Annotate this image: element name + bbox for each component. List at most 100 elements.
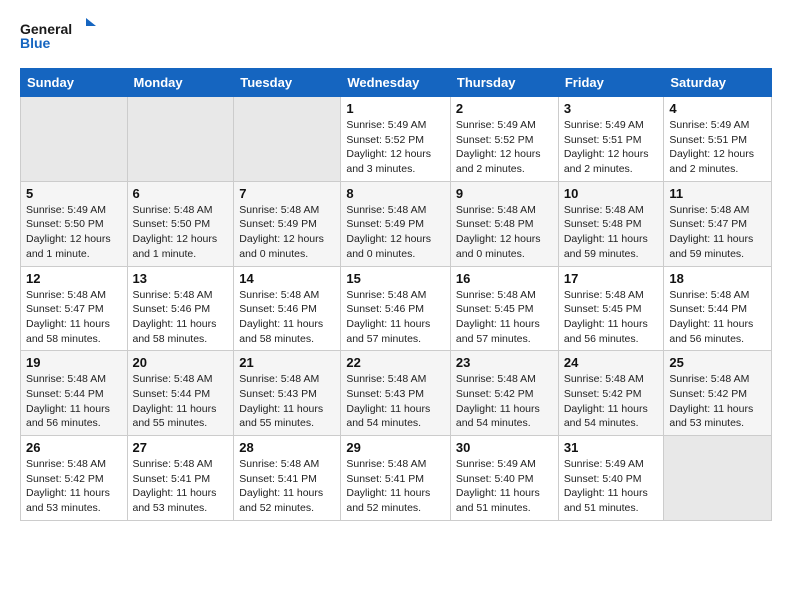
weekday-header-wednesday: Wednesday	[341, 69, 451, 97]
day-number: 28	[239, 440, 335, 455]
calendar-week-1: 1 Sunrise: 5:49 AM Sunset: 5:52 PM Daylig…	[21, 97, 772, 182]
calendar-cell: 17Sunrise: 5:48 AM Sunset: 5:45 PM Dayli…	[558, 266, 664, 351]
weekday-header-tuesday: Tuesday	[234, 69, 341, 97]
day-number: 10	[564, 186, 659, 201]
calendar-cell: 15Sunrise: 5:48 AM Sunset: 5:46 PM Dayli…	[341, 266, 451, 351]
day-number: 4	[669, 101, 766, 116]
calendar-cell: 3Sunrise: 5:49 AM Sunset: 5:51 PM Daylig…	[558, 97, 664, 182]
day-number: 21	[239, 355, 335, 370]
calendar-cell: 20 Sunrise: 5:48 AM Sunset: 5:44 PM Dayli…	[127, 351, 234, 436]
calendar-cell: 8 Sunrise: 5:48 AM Sunset: 5:49 PM Daylig…	[341, 181, 451, 266]
logo: GeneralBlue	[20, 16, 100, 56]
day-number: 13	[133, 271, 229, 286]
calendar-cell: 31 Sunrise: 5:49 AM Sunset: 5:40 PM Dayli…	[558, 436, 664, 521]
day-info: Sunrise: 5:48 AM Sunset: 5:42 PM Dayligh…	[26, 457, 122, 516]
day-info: Sunrise: 5:49 AM Sunset: 5:40 PM Dayligh…	[564, 457, 659, 516]
day-number: 27	[133, 440, 229, 455]
day-info: Sunrise: 5:48 AM Sunset: 5:47 PM Dayligh…	[669, 203, 766, 262]
day-number: 9	[456, 186, 553, 201]
day-info: Sunrise: 5:48 AM Sunset: 5:42 PM Dayligh…	[456, 372, 553, 431]
calendar-cell: 24 Sunrise: 5:48 AM Sunset: 5:42 PM Dayli…	[558, 351, 664, 436]
day-info: Sunrise: 5:49 AM Sunset: 5:52 PM Dayligh…	[346, 118, 445, 177]
day-info: Sunrise: 5:48 AM Sunset: 5:49 PM Dayligh…	[346, 203, 445, 262]
calendar-cell: 19 Sunrise: 5:48 AM Sunset: 5:44 PM Dayli…	[21, 351, 128, 436]
calendar-week-2: 5Sunrise: 5:49 AM Sunset: 5:50 PM Daylig…	[21, 181, 772, 266]
calendar-week-4: 19 Sunrise: 5:48 AM Sunset: 5:44 PM Dayli…	[21, 351, 772, 436]
day-info: Sunrise: 5:48 AM Sunset: 5:49 PM Dayligh…	[239, 203, 335, 262]
day-number: 19	[26, 355, 122, 370]
day-info: Sunrise: 5:48 AM Sunset: 5:45 PM Dayligh…	[564, 288, 659, 347]
day-number: 20	[133, 355, 229, 370]
calendar-cell	[234, 97, 341, 182]
calendar-cell: 1 Sunrise: 5:49 AM Sunset: 5:52 PM Daylig…	[341, 97, 451, 182]
calendar-cell: 18 Sunrise: 5:48 AM Sunset: 5:44 PM Dayli…	[664, 266, 772, 351]
day-number: 11	[669, 186, 766, 201]
day-info: Sunrise: 5:48 AM Sunset: 5:46 PM Dayligh…	[133, 288, 229, 347]
day-info: Sunrise: 5:48 AM Sunset: 5:42 PM Dayligh…	[564, 372, 659, 431]
weekday-header-friday: Friday	[558, 69, 664, 97]
calendar-cell: 10 Sunrise: 5:48 AM Sunset: 5:48 PM Dayli…	[558, 181, 664, 266]
day-info: Sunrise: 5:48 AM Sunset: 5:44 PM Dayligh…	[669, 288, 766, 347]
day-info: Sunrise: 5:48 AM Sunset: 5:42 PM Dayligh…	[669, 372, 766, 431]
calendar-cell: 7 Sunrise: 5:48 AM Sunset: 5:49 PM Daylig…	[234, 181, 341, 266]
calendar-cell: 26Sunrise: 5:48 AM Sunset: 5:42 PM Dayli…	[21, 436, 128, 521]
calendar-cell: 11 Sunrise: 5:48 AM Sunset: 5:47 PM Dayli…	[664, 181, 772, 266]
day-info: Sunrise: 5:48 AM Sunset: 5:45 PM Dayligh…	[456, 288, 553, 347]
calendar-cell: 23 Sunrise: 5:48 AM Sunset: 5:42 PM Dayli…	[450, 351, 558, 436]
calendar-cell: 28 Sunrise: 5:48 AM Sunset: 5:41 PM Dayli…	[234, 436, 341, 521]
weekday-header-sunday: Sunday	[21, 69, 128, 97]
calendar-week-3: 12 Sunrise: 5:48 AM Sunset: 5:47 PM Dayli…	[21, 266, 772, 351]
day-info: Sunrise: 5:48 AM Sunset: 5:44 PM Dayligh…	[26, 372, 122, 431]
day-number: 7	[239, 186, 335, 201]
day-number: 24	[564, 355, 659, 370]
day-number: 1	[346, 101, 445, 116]
day-info: Sunrise: 5:48 AM Sunset: 5:48 PM Dayligh…	[564, 203, 659, 262]
calendar-cell: 30Sunrise: 5:49 AM Sunset: 5:40 PM Dayli…	[450, 436, 558, 521]
day-info: Sunrise: 5:49 AM Sunset: 5:52 PM Dayligh…	[456, 118, 553, 177]
day-info: Sunrise: 5:48 AM Sunset: 5:46 PM Dayligh…	[239, 288, 335, 347]
day-info: Sunrise: 5:48 AM Sunset: 5:47 PM Dayligh…	[26, 288, 122, 347]
day-info: Sunrise: 5:49 AM Sunset: 5:40 PM Dayligh…	[456, 457, 553, 516]
calendar-cell: 22 Sunrise: 5:48 AM Sunset: 5:43 PM Dayli…	[341, 351, 451, 436]
day-number: 29	[346, 440, 445, 455]
weekday-header-thursday: Thursday	[450, 69, 558, 97]
day-info: Sunrise: 5:49 AM Sunset: 5:51 PM Dayligh…	[564, 118, 659, 177]
day-info: Sunrise: 5:48 AM Sunset: 5:44 PM Dayligh…	[133, 372, 229, 431]
calendar-cell: 14Sunrise: 5:48 AM Sunset: 5:46 PM Dayli…	[234, 266, 341, 351]
day-number: 25	[669, 355, 766, 370]
day-info: Sunrise: 5:49 AM Sunset: 5:51 PM Dayligh…	[669, 118, 766, 177]
day-number: 18	[669, 271, 766, 286]
day-info: Sunrise: 5:48 AM Sunset: 5:43 PM Dayligh…	[239, 372, 335, 431]
day-info: Sunrise: 5:48 AM Sunset: 5:48 PM Dayligh…	[456, 203, 553, 262]
day-number: 23	[456, 355, 553, 370]
day-number: 31	[564, 440, 659, 455]
day-info: Sunrise: 5:48 AM Sunset: 5:41 PM Dayligh…	[133, 457, 229, 516]
calendar-cell: 4 Sunrise: 5:49 AM Sunset: 5:51 PM Daylig…	[664, 97, 772, 182]
day-info: Sunrise: 5:48 AM Sunset: 5:50 PM Dayligh…	[133, 203, 229, 262]
calendar-cell	[664, 436, 772, 521]
calendar-cell: 9 Sunrise: 5:48 AM Sunset: 5:48 PM Daylig…	[450, 181, 558, 266]
calendar-cell: 5Sunrise: 5:49 AM Sunset: 5:50 PM Daylig…	[21, 181, 128, 266]
page-header: GeneralBlue	[20, 16, 772, 56]
calendar-cell: 13 Sunrise: 5:48 AM Sunset: 5:46 PM Dayli…	[127, 266, 234, 351]
day-number: 12	[26, 271, 122, 286]
calendar-cell: 6Sunrise: 5:48 AM Sunset: 5:50 PM Daylig…	[127, 181, 234, 266]
day-number: 15	[346, 271, 445, 286]
day-info: Sunrise: 5:48 AM Sunset: 5:43 PM Dayligh…	[346, 372, 445, 431]
calendar-cell	[127, 97, 234, 182]
day-number: 8	[346, 186, 445, 201]
calendar-cell: 2Sunrise: 5:49 AM Sunset: 5:52 PM Daylig…	[450, 97, 558, 182]
calendar-cell: 25 Sunrise: 5:48 AM Sunset: 5:42 PM Dayli…	[664, 351, 772, 436]
calendar-week-5: 26Sunrise: 5:48 AM Sunset: 5:42 PM Dayli…	[21, 436, 772, 521]
weekday-header-monday: Monday	[127, 69, 234, 97]
calendar-cell: 12 Sunrise: 5:48 AM Sunset: 5:47 PM Dayli…	[21, 266, 128, 351]
calendar-cell	[21, 97, 128, 182]
day-info: Sunrise: 5:48 AM Sunset: 5:41 PM Dayligh…	[239, 457, 335, 516]
logo-icon: GeneralBlue	[20, 16, 100, 56]
calendar-cell: 27 Sunrise: 5:48 AM Sunset: 5:41 PM Dayli…	[127, 436, 234, 521]
day-info: Sunrise: 5:48 AM Sunset: 5:41 PM Dayligh…	[346, 457, 445, 516]
day-number: 22	[346, 355, 445, 370]
calendar-cell: 29 Sunrise: 5:48 AM Sunset: 5:41 PM Dayli…	[341, 436, 451, 521]
day-number: 16	[456, 271, 553, 286]
day-number: 5	[26, 186, 122, 201]
